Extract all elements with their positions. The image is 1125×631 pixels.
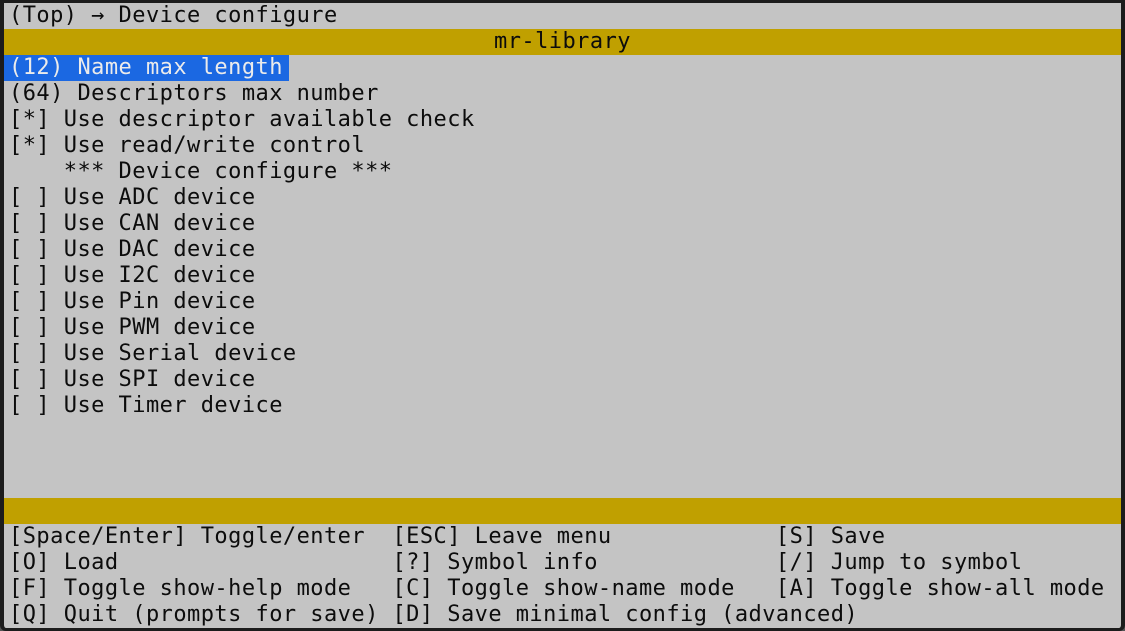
help-row-quit-saveminimal: [Q] Quit (prompts for save) [D] Save min… [4, 602, 1121, 628]
menu-empty-area [4, 419, 1121, 498]
menu-item-use-serial-device[interactable]: [ ] Use Serial device [4, 341, 1121, 367]
help-row-showhelp-showname-showall: [F] Toggle show-help mode [C] Toggle sho… [4, 576, 1121, 602]
menu-section-device-configure: *** Device configure *** [4, 159, 1121, 185]
help-row-toggle-leave-save: [Space/Enter] Toggle/enter [ESC] Leave m… [4, 524, 1121, 550]
help-separator-bar [4, 498, 1121, 524]
menu-item-name-max-length[interactable]: (12) Name max length [4, 55, 1121, 81]
menu-item-use-spi-device[interactable]: [ ] Use SPI device [4, 367, 1121, 393]
menuconfig-terminal-window: (Top) → Device configure mr-library (12)… [0, 0, 1125, 631]
menu-item-use-pwm-device[interactable]: [ ] Use PWM device [4, 315, 1121, 341]
breadcrumb: (Top) → Device configure [4, 3, 1121, 29]
menu-item-use-pin-device[interactable]: [ ] Use Pin device [4, 289, 1121, 315]
menu-item-use-adc-device[interactable]: [ ] Use ADC device [4, 185, 1121, 211]
help-row-load-symbolinfo-jump: [O] Load [?] Symbol info [/] Jump to sym… [4, 550, 1121, 576]
menu-item-use-read-write-control[interactable]: [*] Use read/write control [4, 133, 1121, 159]
menu-item-use-dac-device[interactable]: [ ] Use DAC device [4, 237, 1121, 263]
menu-item-descriptors-max-number[interactable]: (64) Descriptors max number [4, 81, 1121, 107]
selected-menu-item-label: (12) Name max length [4, 55, 289, 81]
menu-item-use-can-device[interactable]: [ ] Use CAN device [4, 211, 1121, 237]
menu-item-use-i2c-device[interactable]: [ ] Use I2C device [4, 263, 1121, 289]
menu-item-use-timer-device[interactable]: [ ] Use Timer device [4, 393, 1121, 419]
title-bar: mr-library [4, 29, 1121, 55]
menu-item-use-descriptor-available-check[interactable]: [*] Use descriptor available check [4, 107, 1121, 133]
